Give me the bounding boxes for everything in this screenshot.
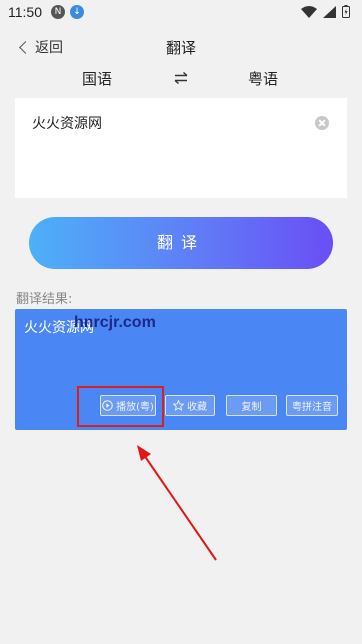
watermark: hnrcjr.com	[74, 314, 156, 331]
swap-icon[interactable]	[173, 72, 189, 84]
result-card: 火火资源网 hnrcjr.com 播放(粤) 收藏 复制 粤拼注音	[15, 309, 347, 430]
favorite-label: 收藏	[187, 402, 207, 413]
result-label: 翻译结果:	[16, 292, 73, 307]
copy-label: 复制	[241, 402, 262, 413]
source-language[interactable]: 国语	[82, 68, 112, 89]
star-icon	[173, 400, 184, 411]
language-selector: 国语 粤语	[0, 68, 362, 90]
signal-icon	[323, 5, 336, 18]
input-card: 火火资源网	[15, 98, 347, 198]
pinyin-label: 粤拼注音	[292, 402, 332, 413]
highlight-box	[77, 386, 164, 427]
cantonese-pinyin-button[interactable]: 粤拼注音	[286, 395, 338, 416]
translate-button[interactable]: 翻译	[29, 217, 333, 269]
target-language[interactable]: 粤语	[248, 68, 278, 89]
wifi-icon	[301, 5, 317, 18]
notification-n-icon: N	[51, 5, 65, 19]
status-time: 11:50	[8, 4, 42, 20]
copy-button[interactable]: 复制	[226, 395, 277, 416]
page-title: 翻译	[165, 39, 196, 57]
favorite-button[interactable]: 收藏	[165, 395, 215, 416]
download-icon: ↓	[70, 5, 84, 19]
source-text-input[interactable]: 火火资源网	[32, 113, 102, 133]
status-icons	[301, 5, 350, 18]
header: 返回 翻译	[0, 32, 362, 62]
status-bar: 11:50 N ↓	[0, 0, 362, 26]
clear-icon[interactable]	[315, 116, 329, 130]
battery-icon	[342, 5, 350, 18]
